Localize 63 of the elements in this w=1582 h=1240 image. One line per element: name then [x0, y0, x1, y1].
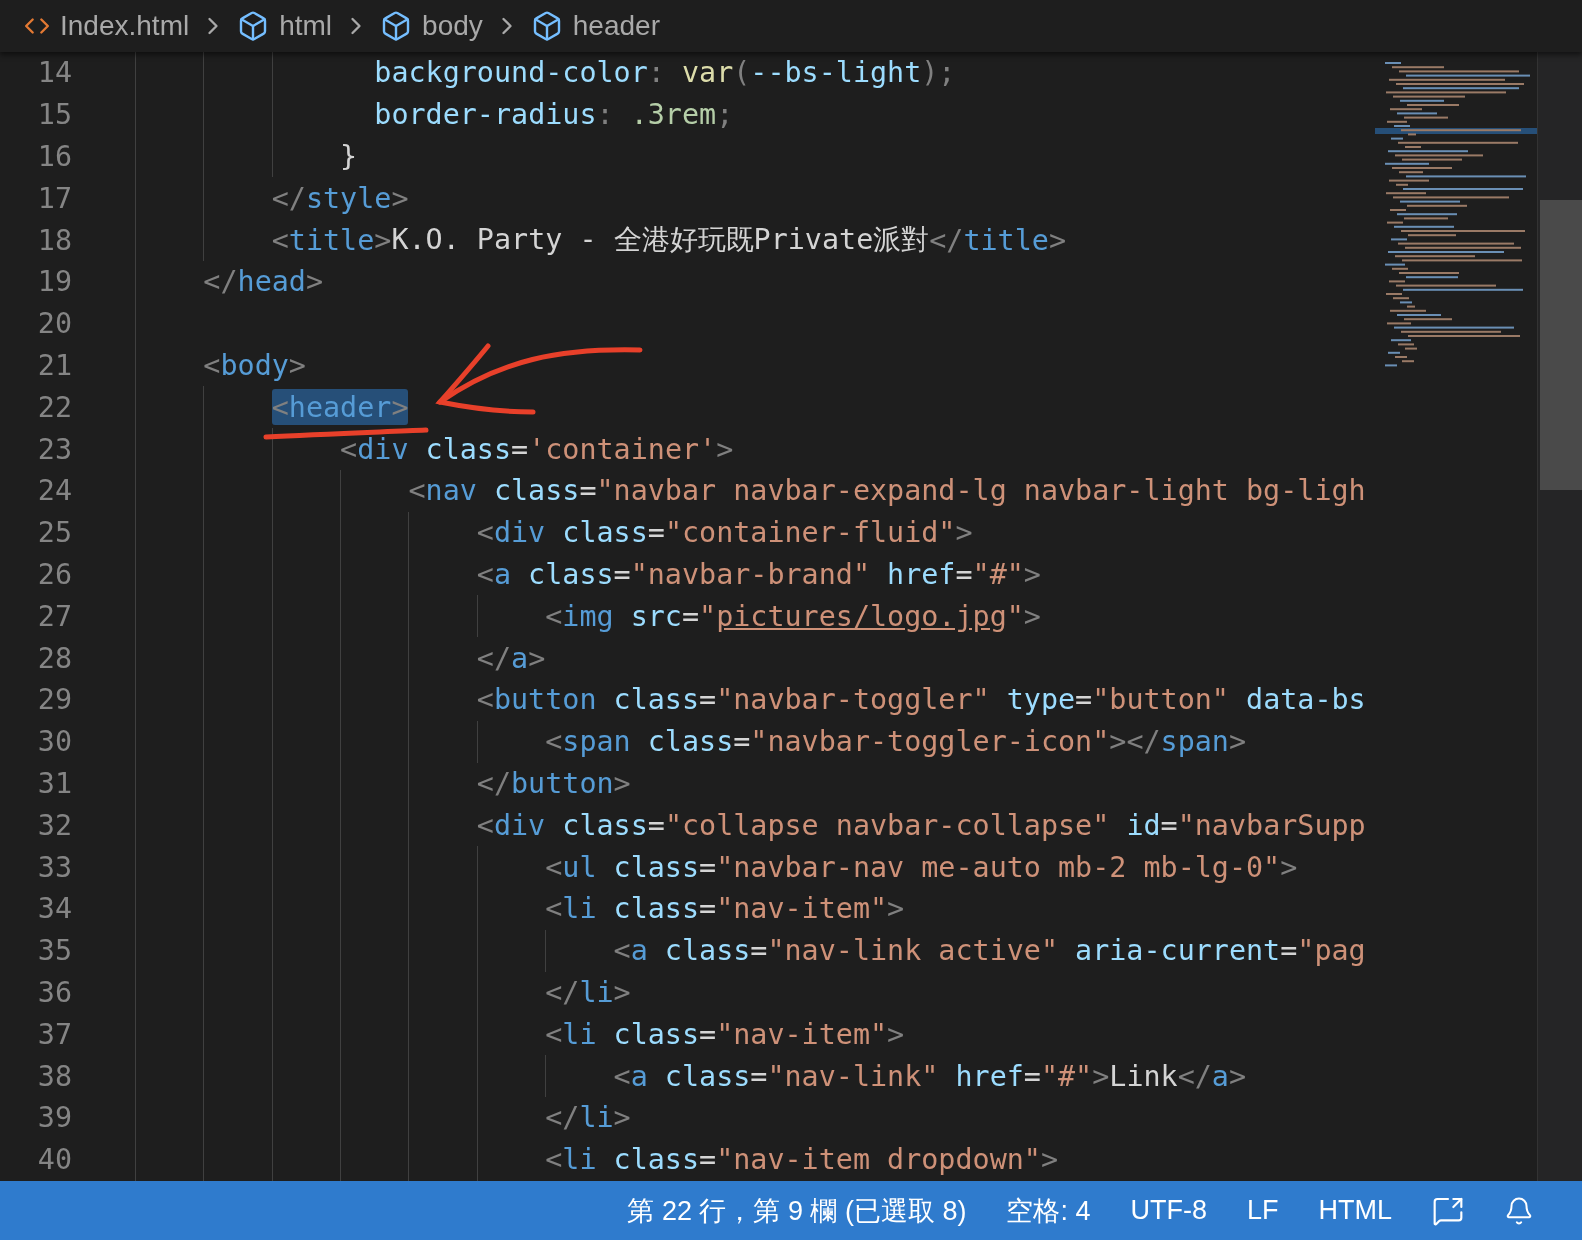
- code-line: <a class="nav-link active" aria-current="pag: [613, 933, 1366, 969]
- line-number: 31: [36, 766, 72, 800]
- code-line: <div class="collapse navbar-collapse" id="navbarSupp: [476, 807, 1366, 844]
- line-number: 39: [36, 1101, 72, 1135]
- line-number: 34: [36, 892, 72, 926]
- breadcrumb-item[interactable]: header: [530, 10, 660, 42]
- code-line: </button>: [476, 765, 631, 802]
- code-line: <button class="navbar-toggler" type="button" data-bs: [476, 682, 1366, 718]
- code-line: <body>: [203, 347, 306, 384]
- code-line: <title>K.O. Party - 全港好玩既Private派對</title>: [271, 222, 1066, 259]
- line-number: 19: [36, 265, 72, 299]
- code-line: <li class="nav-item">: [545, 891, 905, 927]
- code-line: <li class="nav-item">: [545, 1016, 905, 1053]
- code-line: </a>: [476, 640, 546, 677]
- code-line: </head>: [203, 264, 323, 300]
- code-line: <nav class="navbar navbar-expand-lg navbar-light bg-ligh: [408, 473, 1366, 509]
- line-number: 21: [36, 348, 72, 382]
- code-line: <a class="navbar-brand" href="#">: [476, 556, 1041, 593]
- line-number: 35: [36, 934, 72, 968]
- code-line: </style>: [271, 180, 409, 217]
- code-line: <span class="navbar-toggler-icon"></span>: [545, 724, 1247, 760]
- bell-icon[interactable]: [1504, 1195, 1534, 1226]
- status-item[interactable]: LF: [1247, 1195, 1279, 1226]
- line-number: 36: [36, 975, 72, 1009]
- breadcrumb-item[interactable]: Index.html: [24, 10, 190, 42]
- status-item[interactable]: UTF-8: [1130, 1195, 1207, 1226]
- code-line: <div class="container-fluid">: [476, 515, 973, 551]
- line-number: 17: [36, 181, 72, 215]
- line-number: 26: [36, 557, 72, 591]
- code-line: }: [340, 139, 358, 175]
- code-line: </li>: [545, 1100, 631, 1136]
- line-number: 16: [36, 140, 72, 173]
- code-line: </li>: [545, 974, 631, 1011]
- code-line: background-color: var(--bs-light);: [373, 55, 956, 91]
- line-number: 15: [36, 98, 72, 132]
- code-line: <li class="nav-item dropdown">: [545, 1142, 1058, 1178]
- line-number: 32: [36, 808, 72, 842]
- breadcrumb-item[interactable]: html: [237, 10, 333, 42]
- line-number: 29: [36, 683, 72, 717]
- line-number: 40: [36, 1143, 72, 1177]
- breadcrumb-item[interactable]: body: [380, 10, 483, 42]
- line-number: 30: [36, 725, 72, 759]
- line-number: 38: [36, 1059, 72, 1093]
- line-number: 23: [36, 432, 72, 466]
- line-number: 20: [36, 307, 72, 341]
- status-item[interactable]: 空格: 4: [1006, 1192, 1091, 1229]
- scrollbar-thumb[interactable]: [1540, 200, 1582, 490]
- line-number: 27: [36, 599, 72, 633]
- line-number: 33: [36, 850, 72, 884]
- code-line: <ul class="navbar-nav me-auto mb-2 mb-lg-0">: [545, 849, 1298, 886]
- line-number: 22: [36, 390, 72, 424]
- line-number: 24: [36, 474, 72, 508]
- line-number: 28: [36, 641, 72, 675]
- status-item[interactable]: 第 22 行，第 9 欄 (已選取 8): [627, 1192, 967, 1229]
- code-line: border-radius: .3rem;: [373, 97, 734, 133]
- line-number: 25: [36, 516, 72, 550]
- line-number: 18: [36, 223, 72, 257]
- code-line: <a class="nav-link" href="#">Link</a>: [613, 1058, 1247, 1094]
- line-number: 37: [36, 1017, 72, 1051]
- code-line: <img src="pictures/logo.jpg">: [545, 598, 1041, 635]
- code-line: <div class='container'>: [340, 431, 734, 468]
- line-number: 14: [36, 56, 72, 90]
- status-item[interactable]: HTML: [1318, 1195, 1392, 1226]
